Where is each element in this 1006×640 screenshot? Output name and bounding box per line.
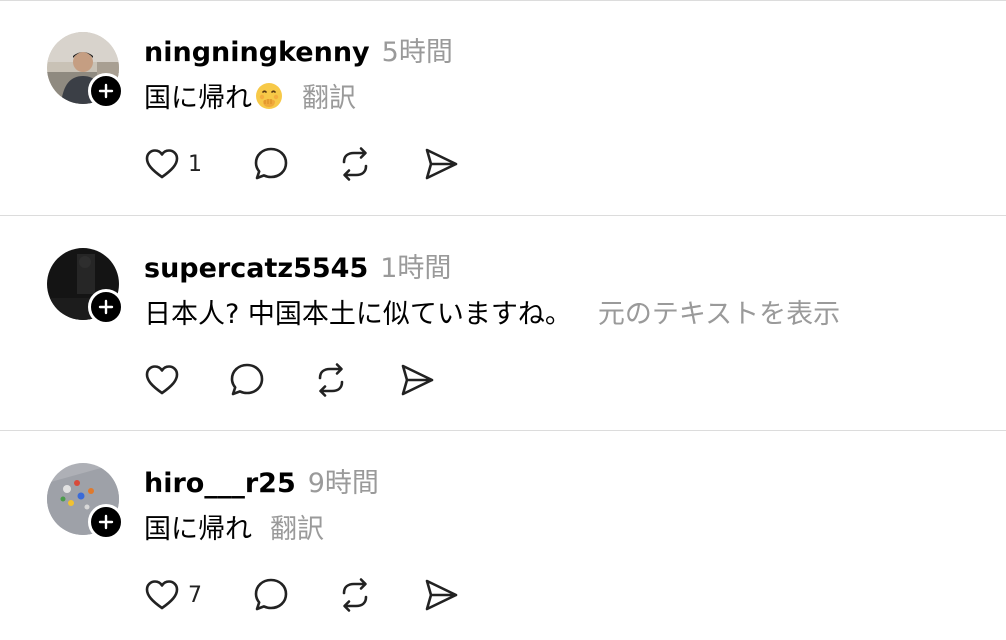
repost-icon — [342, 578, 368, 612]
plus-icon — [98, 514, 114, 530]
like-button[interactable]: 1 — [144, 144, 202, 184]
username[interactable]: hiro___r25 — [144, 468, 296, 499]
heart-icon — [145, 580, 179, 610]
comment-bubble-icon — [254, 578, 288, 611]
post-header: supercatz5545 1時間 — [144, 246, 451, 285]
comment-button[interactable] — [252, 575, 290, 615]
heart-icon — [145, 365, 179, 395]
heart-icon — [145, 149, 179, 179]
repost-button[interactable] — [312, 360, 350, 400]
follow-button[interactable] — [88, 73, 124, 109]
repost-button[interactable] — [336, 144, 374, 184]
post-text: 国に帰れ — [144, 83, 252, 114]
translate-link[interactable]: 翻訳 — [270, 507, 324, 546]
like-count: 7 — [188, 582, 202, 608]
plus-icon — [98, 299, 114, 315]
repost-icon — [318, 363, 344, 397]
follow-button[interactable] — [88, 504, 124, 540]
follow-button[interactable] — [88, 289, 124, 325]
share-button[interactable] — [398, 360, 436, 400]
post-item: hiro___r25 9時間 国に帰れ 翻訳 7 — [0, 431, 1006, 640]
share-button[interactable] — [422, 575, 460, 615]
post-body: 日本人? 中国本土に似ていますね。 元のテキストを表示 — [144, 292, 840, 331]
plus-icon — [98, 83, 114, 99]
post-body: 国に帰れ 翻訳 — [144, 507, 324, 546]
translate-link[interactable]: 翻訳 — [302, 76, 356, 115]
share-button[interactable] — [422, 144, 460, 184]
comment-button[interactable] — [252, 144, 290, 184]
post-item: supercatz5545 1時間 日本人? 中国本土に似ていますね。 元のテキ… — [0, 216, 1006, 430]
like-button[interactable]: 7 — [144, 575, 202, 615]
post-header: ningningkenny 5時間 — [144, 30, 453, 69]
post-body: 国に帰れ 翻訳 — [144, 76, 356, 115]
like-button[interactable] — [144, 360, 180, 400]
show-original-link[interactable]: 元のテキストを表示 — [598, 292, 840, 331]
comment-bubble-icon — [254, 147, 288, 180]
send-icon — [425, 579, 458, 611]
post-header: hiro___r25 9時間 — [144, 461, 379, 500]
repost-icon — [342, 147, 368, 181]
timestamp: 1時間 — [380, 253, 452, 284]
comment-button[interactable] — [228, 360, 266, 400]
post-item: ningningkenny 5時間 国に帰れ 翻訳 1 — [0, 0, 1006, 215]
post-text: 日本人? 中国本土に似ていますね。 — [144, 299, 572, 330]
repost-button[interactable] — [336, 575, 374, 615]
send-icon — [425, 148, 458, 180]
send-icon — [401, 364, 434, 396]
like-count: 1 — [188, 151, 202, 177]
post-text: 国に帰れ — [144, 514, 252, 545]
hand-over-mouth-emoji-icon — [254, 81, 284, 111]
timestamp: 5時間 — [381, 37, 453, 68]
username[interactable]: ningningkenny — [144, 37, 370, 68]
comment-feed: ningningkenny 5時間 国に帰れ 翻訳 1 supercatz554… — [0, 0, 1006, 640]
comment-bubble-icon — [230, 363, 264, 396]
username[interactable]: supercatz5545 — [144, 253, 368, 284]
timestamp: 9時間 — [307, 468, 379, 499]
